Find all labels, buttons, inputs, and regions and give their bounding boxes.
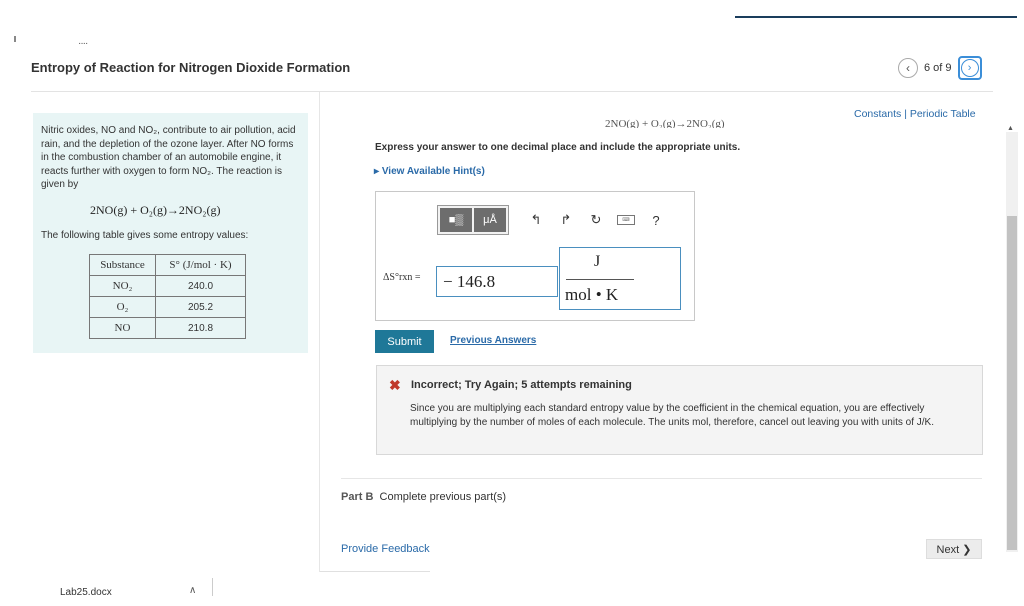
triangle-right-icon: ▸: [374, 166, 382, 177]
redo-icon[interactable]: ↱: [551, 207, 581, 233]
table-row: NO₂ 240.0: [89, 275, 246, 297]
footer-divider: [320, 571, 430, 572]
entropy-table: Substance S° (J/mol · K) NO₂ 240.0 O₂ 20…: [89, 254, 246, 339]
error-x-icon: ✖: [389, 377, 401, 393]
units-button[interactable]: μÅ: [474, 208, 506, 232]
intro-paragraph: Nitric oxides, NO and NO₂, contribute to…: [41, 125, 296, 190]
feedback-explanation: Since you are multiplying each standard …: [410, 403, 934, 428]
pager-text: 6 of 9: [924, 62, 952, 74]
table-cell-substance: NO₂: [89, 275, 156, 297]
column-divider: [319, 92, 320, 572]
part-b[interactable]: Part B Complete previous part(s): [341, 491, 506, 503]
scroll-up-arrow-icon[interactable]: ▲: [1007, 125, 1014, 132]
next-item-button[interactable]: ›: [957, 56, 982, 80]
part-b-text: Complete previous part(s): [379, 491, 507, 503]
table-cell-substance: NO: [89, 317, 156, 339]
column-header-substance: Substance: [89, 254, 156, 276]
undo-icon[interactable]: ↰: [521, 207, 551, 233]
table-intro: The following table gives some entropy v…: [41, 230, 249, 241]
part-b-label: Part B: [341, 491, 374, 503]
reset-icon[interactable]: ↻: [581, 207, 611, 233]
table-cell-substance: O₂: [89, 296, 156, 318]
next-button[interactable]: Next ❯: [926, 539, 982, 559]
units-numerator: J: [594, 253, 601, 270]
templates-button[interactable]: ■▒: [440, 208, 472, 232]
part-divider: [341, 478, 982, 479]
help-icon[interactable]: ?: [641, 207, 671, 233]
table-header-row: Substance S° (J/mol · K): [89, 254, 246, 276]
chevron-right-icon: ›: [960, 59, 979, 77]
partial-equation: 2NO(g) + O₂(g)→2NO₂(g): [605, 118, 725, 128]
page-title: Entropy of Reaction for Nitrogen Dioxide…: [31, 60, 351, 75]
provide-feedback-link[interactable]: Provide Feedback: [341, 543, 430, 555]
download-menu-caret-icon[interactable]: ∧: [189, 585, 196, 596]
answer-label: ΔS°rxn =: [383, 272, 421, 283]
instruction-text: Express your answer to one decimal place…: [375, 142, 741, 153]
table-cell-value: 240.0: [155, 275, 246, 297]
submit-button[interactable]: Submit: [375, 330, 434, 353]
download-file-name[interactable]: Lab25.docx: [60, 587, 112, 598]
fraction-bar: [566, 279, 634, 280]
left-edge-mark: [14, 36, 16, 42]
previous-answers-link[interactable]: Previous Answers: [450, 335, 536, 346]
table-row: O₂ 205.2: [89, 296, 246, 318]
view-hints-link[interactable]: ▸ View Available Hint(s): [374, 166, 485, 177]
header-divider: [31, 91, 993, 92]
table-cell-value: 205.2: [155, 296, 246, 318]
column-header-entropy: S° (J/mol · K): [155, 254, 246, 276]
chevron-left-icon: ‹: [906, 61, 910, 75]
toolbar-template-group: ■▒ μÅ: [437, 205, 509, 235]
math-toolbar: ■▒ μÅ ↰ ↱ ↻ ⌨ ?: [437, 203, 677, 237]
constants-periodic-links[interactable]: Constants | Periodic Table: [854, 108, 976, 120]
units-denominator: mol • K: [565, 285, 619, 304]
taskbar-divider: [212, 578, 213, 596]
table-row: NO 210.8: [89, 317, 246, 339]
pager: ‹ 6 of 9 ›: [898, 56, 998, 80]
answer-value-input[interactable]: − 146.8: [436, 266, 558, 297]
top-dots: ····: [78, 38, 88, 49]
table-cell-value: 210.8: [155, 317, 246, 339]
previous-item-button[interactable]: ‹: [898, 58, 918, 78]
feedback-heading: Incorrect; Try Again; 5 attempts remaini…: [411, 379, 632, 391]
scrollbar-thumb[interactable]: [1007, 216, 1017, 550]
view-hints-label: View Available Hint(s): [381, 166, 485, 177]
top-progress-line: [735, 16, 1017, 18]
keyboard-icon[interactable]: ⌨: [611, 207, 641, 233]
reaction-equation: 2NO(g) + O₂(g)→2NO₂(g): [90, 203, 221, 217]
